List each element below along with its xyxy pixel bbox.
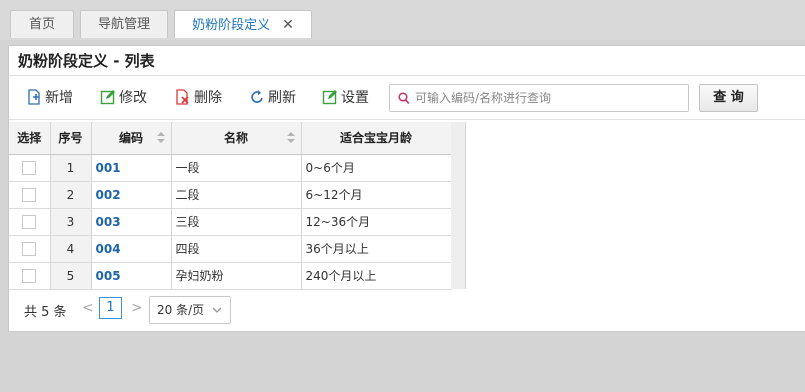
row-name: 四段 — [171, 235, 302, 263]
prev-page-icon[interactable]: < — [82, 300, 94, 316]
settings-icon — [322, 90, 341, 106]
tab-home[interactable]: 首页 — [10, 10, 74, 38]
row-index: 3 — [50, 208, 92, 236]
column-header-name[interactable]: 名称 — [171, 122, 302, 155]
row-code: 005 — [91, 262, 172, 290]
add-icon — [26, 89, 45, 106]
list-panel: 奶粉阶段定义 - 列表 新增 修改 删除 刷新 设置 查 询 — [8, 45, 805, 332]
edit-icon — [100, 90, 119, 106]
row-age: 36个月以上 — [301, 235, 452, 263]
refresh-icon — [249, 90, 268, 106]
row-name: 三段 — [171, 208, 302, 236]
settings-label: 设置 — [341, 90, 369, 106]
table-row[interactable]: 4 004 四段 36个月以上 — [9, 235, 452, 263]
page-size-select[interactable]: 20 条/页 — [149, 296, 231, 324]
row-select-cell — [9, 262, 51, 290]
add-button[interactable]: 新增 — [26, 86, 73, 110]
column-header-name-label: 名称 — [223, 131, 248, 146]
page-number-current[interactable]: 1 — [99, 297, 122, 319]
row-code: 004 — [91, 235, 172, 263]
edit-label: 修改 — [119, 90, 147, 106]
vertical-scrollbar[interactable] — [451, 122, 466, 289]
tab-bar: 首页 导航管理 奶粉阶段定义 ✕ — [0, 0, 805, 40]
table-row[interactable]: 2 002 二段 6~12个月 — [9, 181, 452, 209]
row-code: 002 — [91, 181, 172, 209]
refresh-label: 刷新 — [268, 90, 296, 106]
row-name: 二段 — [171, 181, 302, 209]
toolbar: 新增 修改 删除 刷新 设置 查 询 — [9, 76, 805, 120]
tab-milk-stage-definition[interactable]: 奶粉阶段定义 ✕ — [174, 10, 312, 38]
row-age: 0~6个月 — [301, 154, 452, 182]
sort-icon[interactable] — [156, 132, 165, 144]
edit-button[interactable]: 修改 — [100, 86, 147, 110]
delete-button[interactable]: 删除 — [175, 86, 222, 110]
column-header-code-label: 编码 — [118, 131, 143, 146]
row-index: 4 — [50, 235, 92, 263]
row-checkbox[interactable] — [22, 214, 37, 229]
pagination: 共 5 条 < 1 > 20 条/页 — [9, 290, 469, 330]
next-page-icon[interactable]: > — [131, 300, 143, 316]
page-size-value: 20 条/页 — [157, 303, 205, 317]
column-header-age: 适合宝宝月龄 — [301, 122, 452, 155]
table-row[interactable]: 5 005 孕妇奶粉 240个月以上 — [9, 262, 452, 290]
row-index: 5 — [50, 262, 92, 290]
tab-label: 奶粉阶段定义 — [192, 18, 271, 33]
column-header-index: 序号 — [50, 122, 92, 155]
total-count: 共 5 条 — [24, 305, 67, 320]
row-checkbox[interactable] — [22, 268, 37, 283]
search-box — [389, 84, 689, 112]
table-header-row: 选择 序号 编码 名称 适合宝宝月龄 — [9, 122, 452, 155]
row-checkbox[interactable] — [22, 160, 37, 175]
row-code: 003 — [91, 208, 172, 236]
row-checkbox[interactable] — [22, 187, 37, 202]
row-code: 001 — [91, 154, 172, 182]
add-label: 新增 — [45, 90, 73, 106]
row-checkbox[interactable] — [22, 241, 37, 256]
query-button[interactable]: 查 询 — [699, 84, 758, 112]
sort-icon[interactable] — [286, 132, 295, 144]
row-age: 6~12个月 — [301, 181, 452, 209]
row-index: 1 — [50, 154, 92, 182]
search-input[interactable] — [415, 88, 683, 108]
table-row[interactable]: 3 003 三段 12~36个月 — [9, 208, 452, 236]
row-name: 一段 — [171, 154, 302, 182]
close-icon[interactable]: ✕ — [282, 17, 294, 33]
row-age: 12~36个月 — [301, 208, 452, 236]
tab-navigation-management[interactable]: 导航管理 — [80, 10, 168, 38]
row-age: 240个月以上 — [301, 262, 452, 290]
refresh-button[interactable]: 刷新 — [249, 86, 296, 110]
row-select-cell — [9, 235, 51, 263]
row-select-cell — [9, 181, 51, 209]
data-grid: 选择 序号 编码 名称 适合宝宝月龄 1 001 一段 0~6个月 2 002 … — [9, 122, 466, 290]
row-select-cell — [9, 154, 51, 182]
delete-icon — [175, 89, 194, 106]
row-index: 2 — [50, 181, 92, 209]
column-header-code[interactable]: 编码 — [91, 122, 172, 155]
row-select-cell — [9, 208, 51, 236]
data-table: 选择 序号 编码 名称 适合宝宝月龄 1 001 一段 0~6个月 2 002 … — [9, 122, 452, 290]
table-row[interactable]: 1 001 一段 0~6个月 — [9, 154, 452, 182]
page-title: 奶粉阶段定义 - 列表 — [9, 46, 805, 76]
delete-label: 删除 — [194, 90, 222, 106]
settings-button[interactable]: 设置 — [322, 86, 369, 110]
row-name: 孕妇奶粉 — [171, 262, 302, 290]
column-header-select: 选择 — [9, 122, 51, 155]
